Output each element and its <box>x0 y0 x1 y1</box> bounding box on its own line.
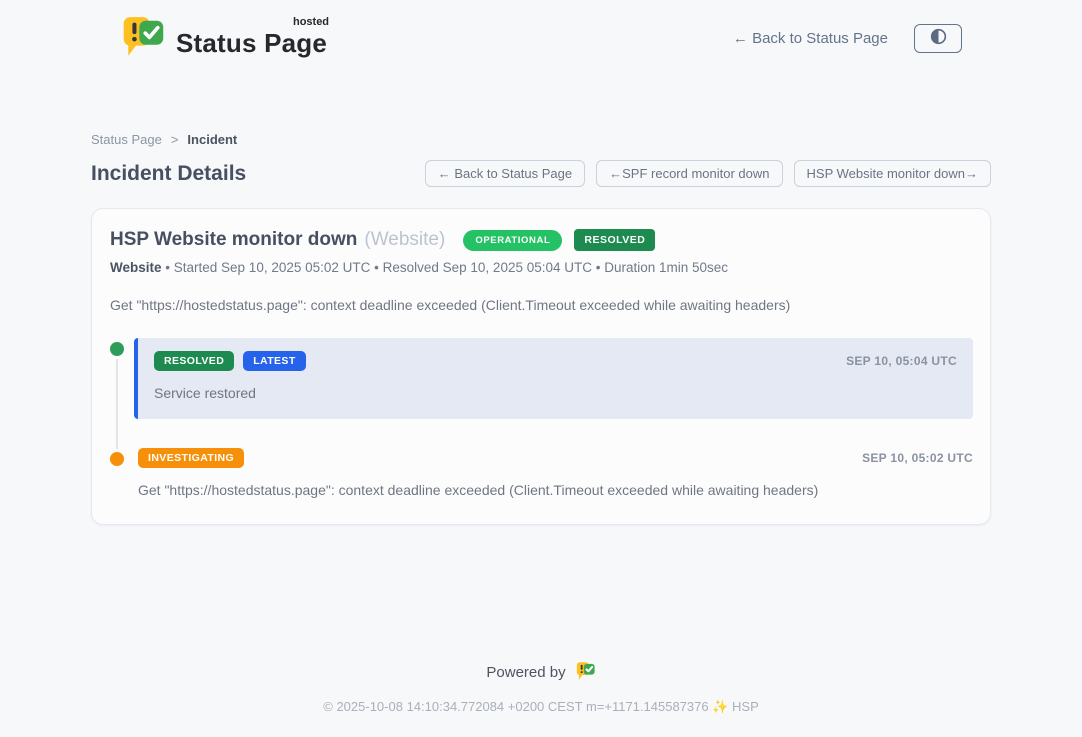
timeline-dot-investigating <box>110 452 124 466</box>
copyright-text: © 2025-10-08 14:10:34.772084 +0200 CEST … <box>0 699 1082 715</box>
incident-timeline: RESOLVED LATEST SEP 10, 05:04 UTC Servic… <box>110 338 973 498</box>
back-to-status-page-button[interactable]: ← Back to Status Page <box>425 160 585 187</box>
resolved-state-badge: RESOLVED <box>574 229 655 251</box>
timeline-update-first: INVESTIGATING SEP 10, 05:02 UTC Get "htt… <box>138 448 973 498</box>
powered-by-label: Powered by <box>486 664 565 681</box>
status-page-mini-logo-icon <box>575 661 596 684</box>
brand-hosted-label: hosted <box>293 16 329 28</box>
breadcrumb-status-page-link[interactable]: Status Page <box>91 132 162 147</box>
timeline-update-latest: RESOLVED LATEST SEP 10, 05:04 UTC Servic… <box>134 338 973 419</box>
breadcrumb-current-incident: Incident <box>187 132 237 147</box>
footer: Powered by © 2025-10-08 14:10:34.772084 … <box>0 661 1082 737</box>
timeline-timestamp: SEP 10, 05:02 UTC <box>862 451 973 465</box>
breadcrumb-separator: > <box>171 132 179 147</box>
brand-name: Status Page <box>176 28 327 58</box>
powered-by-link[interactable]: Powered by <box>486 661 595 684</box>
prev-incident-button[interactable]: ←SPF record monitor down <box>596 160 782 187</box>
header-back-to-status-page-link[interactable]: ← Back to Status Page <box>733 30 888 47</box>
theme-toggle-button[interactable] <box>914 24 962 53</box>
timeline-item-investigating: INVESTIGATING SEP 10, 05:02 UTC Get "htt… <box>110 448 973 498</box>
breadcrumb: Status Page > Incident <box>91 132 991 147</box>
page-title: Incident Details <box>91 162 246 186</box>
incident-card: HSP Website monitor down (Website) OPERA… <box>91 208 991 525</box>
operational-status-badge: OPERATIONAL <box>463 230 562 251</box>
incident-meta-details: • Started Sep 10, 2025 05:02 UTC • Resol… <box>165 260 728 275</box>
investigating-badge: INVESTIGATING <box>138 448 244 468</box>
status-page-logo-icon <box>120 14 166 62</box>
brand-logo[interactable]: Status Page hosted <box>120 14 327 62</box>
latest-badge: LATEST <box>243 351 305 371</box>
timeline-timestamp: SEP 10, 05:04 UTC <box>846 354 957 368</box>
resolved-badge: RESOLVED <box>154 351 234 371</box>
incident-meta-service: Website <box>110 260 162 275</box>
timeline-dot-resolved <box>110 342 124 356</box>
incident-component: (Website) <box>364 229 445 251</box>
timeline-item-resolved: RESOLVED LATEST SEP 10, 05:04 UTC Servic… <box>110 338 973 419</box>
main-content: Status Page > Incident Incident Details … <box>91 132 991 525</box>
timeline-message: Service restored <box>154 385 957 401</box>
incident-description: Get "https://hostedstatus.page": context… <box>110 297 973 313</box>
incident-meta: Website • Started Sep 10, 2025 05:02 UTC… <box>110 260 973 275</box>
next-incident-button[interactable]: HSP Website monitor down→ <box>794 160 991 187</box>
incident-title: HSP Website monitor down <box>110 229 357 251</box>
theme-toggle-icon <box>929 27 948 49</box>
timeline-message: Get "https://hostedstatus.page": context… <box>138 482 973 498</box>
page: Status Page hosted ← Back to Status Page <box>0 0 1082 737</box>
incident-nav-buttons: ← Back to Status Page ←SPF record monito… <box>425 160 991 187</box>
header: Status Page hosted ← Back to Status Page <box>0 0 1082 62</box>
